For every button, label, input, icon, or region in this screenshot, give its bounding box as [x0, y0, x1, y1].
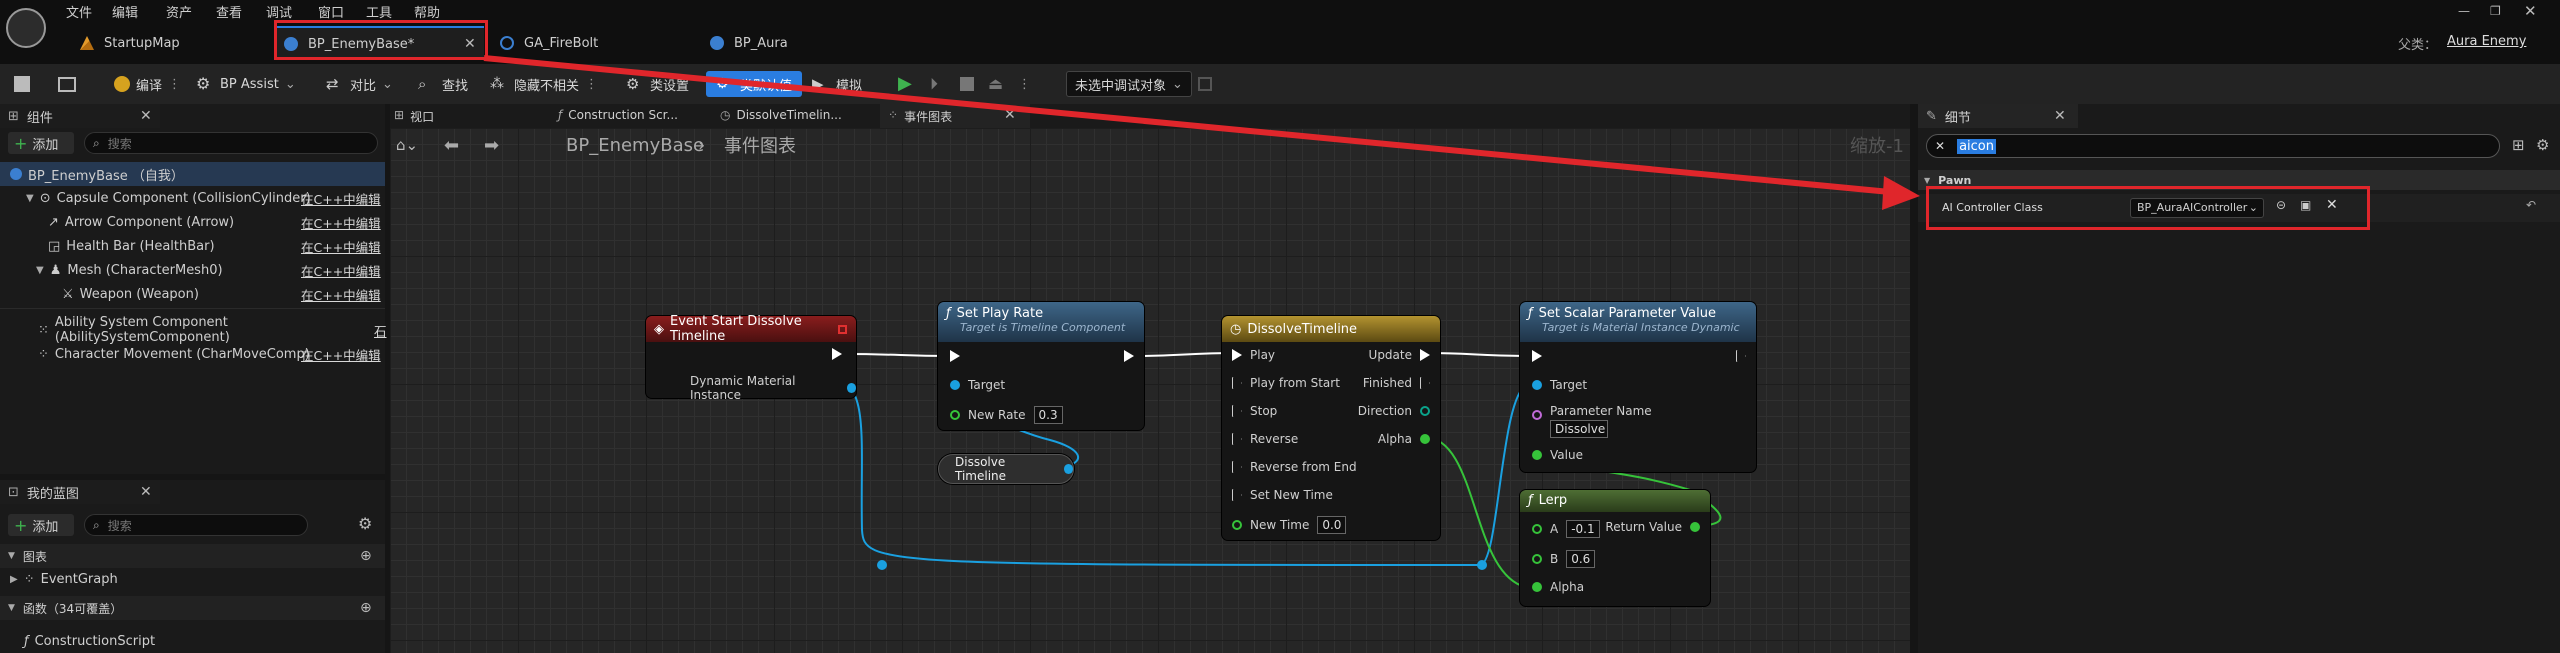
annotation-arrow	[483, 55, 1920, 210]
arrow-head	[1882, 176, 1920, 210]
arrow-shaft	[483, 55, 1891, 195]
